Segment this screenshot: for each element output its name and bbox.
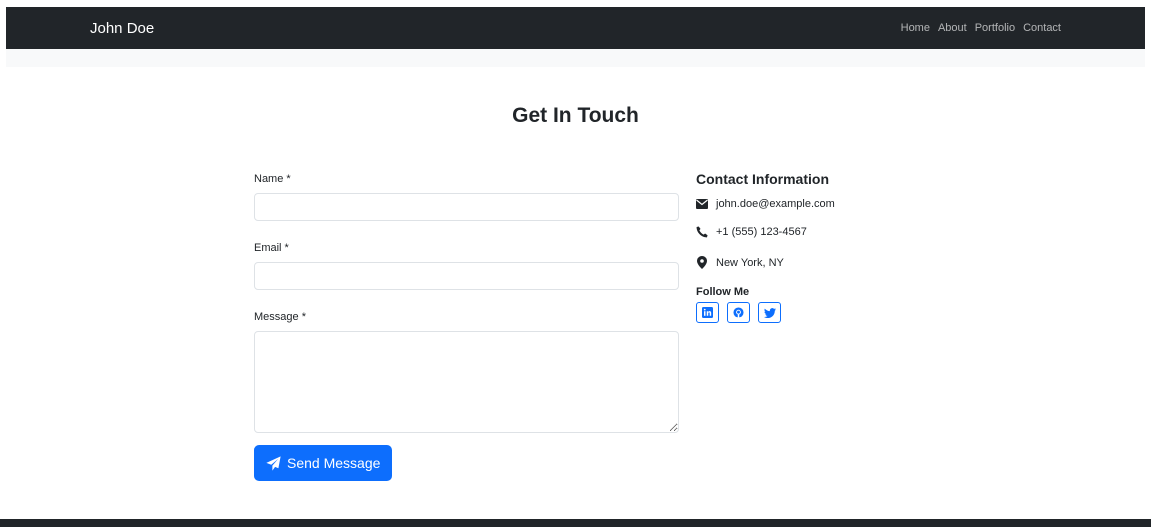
- contact-info-panel: Contact Information john.doe@example.com…: [696, 170, 916, 323]
- contact-phone-text[interactable]: +1 (555) 123-4567: [716, 226, 807, 238]
- name-label: Name *: [254, 173, 291, 185]
- social-links: [696, 302, 916, 323]
- email-input[interactable]: [254, 262, 679, 290]
- contact-location-row: New York, NY: [696, 247, 916, 278]
- nav-link-home[interactable]: Home: [901, 22, 930, 34]
- phone-icon: [696, 225, 708, 238]
- github-button[interactable]: [727, 302, 750, 323]
- page-title: Get In Touch: [512, 104, 639, 127]
- contact-email-row: john.doe@example.com: [696, 192, 916, 216]
- github-icon: [733, 307, 744, 318]
- follow-me-title: Follow Me: [696, 286, 750, 298]
- twitter-icon: [763, 307, 776, 318]
- twitter-button[interactable]: [758, 302, 781, 323]
- nav-links: Home About Portfolio Contact: [901, 22, 1061, 34]
- linkedin-icon: [702, 307, 713, 318]
- contact-phone-row: +1 (555) 123-4567: [696, 216, 916, 247]
- email-label: Email *: [254, 242, 289, 254]
- contact-form: Name * Email * Message * Send Message: [254, 170, 679, 481]
- envelope-icon: [696, 198, 708, 210]
- name-input[interactable]: [254, 193, 679, 221]
- message-textarea[interactable]: [254, 331, 679, 433]
- nav-link-contact[interactable]: Contact: [1023, 22, 1061, 34]
- nav-link-about[interactable]: About: [938, 22, 967, 34]
- page-footer: [0, 519, 1151, 527]
- contact-info-title: Contact Information: [696, 171, 829, 187]
- subbar-strip: [6, 49, 1145, 67]
- send-message-label: Send Message: [287, 455, 381, 471]
- brand-name[interactable]: John Doe: [90, 20, 154, 37]
- contact-location-text: New York, NY: [716, 256, 784, 269]
- contact-email-text[interactable]: john.doe@example.com: [716, 198, 835, 210]
- message-label: Message *: [254, 311, 306, 323]
- linkedin-button[interactable]: [696, 302, 719, 323]
- map-marker-icon: [696, 256, 708, 269]
- send-message-button[interactable]: Send Message: [254, 445, 393, 481]
- nav-link-portfolio[interactable]: Portfolio: [975, 22, 1015, 34]
- top-navbar: John Doe Home About Portfolio Contact: [6, 7, 1145, 49]
- paper-plane-icon: [266, 455, 281, 471]
